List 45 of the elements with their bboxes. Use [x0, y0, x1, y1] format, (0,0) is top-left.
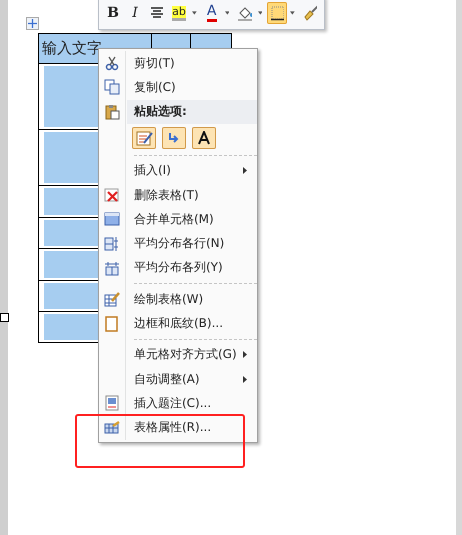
- delete-table-icon: [104, 187, 120, 204]
- borders-button[interactable]: [267, 2, 288, 24]
- menu-item[interactable]: 平均分布各列(Y): [126, 256, 257, 280]
- menu-item[interactable]: 绘制表格(W): [126, 287, 257, 312]
- copy-icon: [104, 79, 120, 96]
- caret-icon[interactable]: [258, 11, 262, 15]
- align-center-icon: [150, 7, 164, 19]
- clipboard-icon: [104, 104, 120, 120]
- distribute-rows-icon: [104, 236, 120, 252]
- merge-cells-icon: [104, 211, 120, 228]
- caret-icon[interactable]: [290, 11, 296, 15]
- pencil-table-icon: [104, 291, 120, 308]
- paste-merge-button[interactable]: [162, 126, 186, 149]
- paste-text-only-button[interactable]: [192, 126, 216, 149]
- menu-item[interactable]: 自动调整(A): [126, 366, 257, 392]
- highlight-button[interactable]: ab: [169, 2, 189, 24]
- menu-item[interactable]: 表格属性(R)...: [126, 416, 257, 440]
- resize-handle[interactable]: [0, 313, 9, 322]
- paste-keep-formatting-button[interactable]: [132, 126, 156, 149]
- menu-item[interactable]: 单元格对齐方式(G): [126, 342, 257, 367]
- letter-a-icon: [198, 130, 210, 145]
- italic-button[interactable]: I: [125, 2, 145, 24]
- table-move-handle[interactable]: [26, 17, 39, 30]
- paint-bucket-icon: [237, 5, 252, 21]
- clipboard-pen-icon: [135, 128, 153, 147]
- caret-icon[interactable]: [224, 11, 230, 15]
- font-color-button[interactable]: A: [202, 2, 222, 24]
- caption-icon: [104, 395, 120, 412]
- scissors-icon: [104, 55, 120, 72]
- menu-item[interactable]: 合并单元格(M): [126, 207, 257, 232]
- border-icon: [270, 5, 284, 21]
- table-properties-icon: [104, 420, 120, 436]
- menu-item[interactable]: 平均分布各行(N): [126, 231, 257, 256]
- menu-item[interactable]: 复制(C): [126, 75, 257, 100]
- menu-item[interactable]: 插入题注(C)...: [126, 391, 257, 416]
- menu-item[interactable]: 边框和底纹(B)...: [126, 311, 257, 336]
- menu-section-header: 粘贴选项:: [127, 100, 257, 124]
- menu-item[interactable]: 插入(I): [126, 158, 257, 183]
- brush-icon: [303, 5, 318, 21]
- arrow-icon: [167, 130, 181, 145]
- page-border-icon: [104, 316, 120, 332]
- caret-icon[interactable]: [192, 11, 197, 15]
- bold-button[interactable]: B: [103, 2, 123, 24]
- distribute-columns-icon: [104, 260, 120, 276]
- menu-item[interactable]: 删除表格(T): [126, 182, 257, 208]
